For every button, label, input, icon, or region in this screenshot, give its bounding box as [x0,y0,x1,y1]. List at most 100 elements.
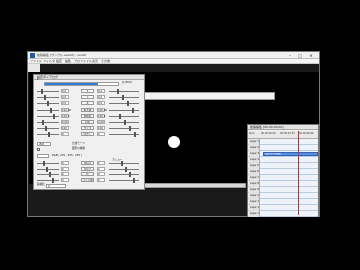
left-value[interactable]: 100.00 [61,107,71,112]
color-button[interactable] [37,154,49,158]
param-button[interactable]: Z [81,101,94,106]
left-slider-knob[interactable] [44,95,46,101]
param-button[interactable]: サイズ [81,126,94,131]
left-slider[interactable] [37,97,59,99]
right-slider[interactable] [109,168,139,170]
left-slider-knob[interactable] [49,172,51,177]
right-slider-knob[interactable] [129,172,131,177]
seek-bar[interactable] [141,183,246,188]
toolbar[interactable] [28,64,40,72]
close-icon[interactable]: ✕ [307,52,315,59]
playhead[interactable] [298,131,299,215]
right-value[interactable]: 100 [97,126,105,131]
left-value[interactable]: 100.0 [61,113,69,118]
right-value[interactable]: 0 [97,177,105,182]
timeline-ruler[interactable]: Root 00:00:00.00 00:00:03.33 00:00:06.66 [248,131,318,139]
right-slider-knob[interactable] [127,101,129,107]
left-slider[interactable] [37,109,59,111]
figure-checkbox[interactable] [37,148,40,151]
menu-profile[interactable]: プロファイル [74,59,92,64]
left-slider-knob[interactable] [42,120,44,125]
left-value[interactable]: 0.0 [61,89,69,93]
timeline-title-bar[interactable]: 拡張編集 [00:00:00.00] [248,125,318,130]
timeline-object[interactable]: 図形[標準描画] [263,152,318,156]
param-button[interactable]: 中心Y [81,166,94,171]
left-slider[interactable] [37,122,59,123]
blend-mode-select[interactable]: 通常 [37,142,51,146]
right-slider[interactable] [109,109,139,111]
right-slider[interactable] [109,91,139,92]
left-value[interactable]: 100 [61,126,69,131]
right-slider[interactable] [109,115,139,117]
left-slider[interactable] [37,115,59,117]
right-slider-knob[interactable] [134,132,136,138]
left-slider[interactable] [37,174,59,175]
left-value[interactable]: 0 [61,161,69,165]
right-slider[interactable] [109,163,139,164]
left-slider-knob[interactable] [53,113,55,119]
left-slider[interactable] [37,128,59,130]
param-button[interactable]: Y [81,95,94,100]
param-button[interactable]: 色 [81,172,94,176]
right-slider-knob[interactable] [129,126,131,132]
left-value[interactable]: 0 [61,172,69,176]
left-slider-knob[interactable] [48,132,50,138]
right-value[interactable]: 0.0 [97,101,105,106]
right-slider-knob[interactable] [117,89,119,94]
left-slider[interactable] [37,179,59,181]
left-slider[interactable] [37,163,59,164]
aspect-field[interactable]: 0 [46,184,66,188]
right-slider[interactable] [109,174,139,175]
right-value[interactable]: 0.00 [97,120,105,124]
layer-label[interactable]: Layer 13 [249,211,260,217]
left-value[interactable]: 0 [61,177,69,182]
minimize-icon[interactable]: – [286,52,294,59]
param-button[interactable]: ぼかし [81,132,94,137]
left-slider-knob[interactable] [46,166,48,172]
right-value[interactable]: 0 [97,166,105,171]
right-value[interactable]: 0 [97,161,105,165]
right-slider[interactable] [109,97,139,99]
param-button[interactable]: 回転 [81,120,94,124]
left-value[interactable]: 0 [61,132,69,137]
settings-title-bar[interactable]: 設定ダイアログ [34,75,144,80]
left-value[interactable]: 0.0 [61,101,69,106]
layer-row[interactable]: Layer 13 [248,211,318,217]
left-slider-knob[interactable] [45,126,47,132]
right-value[interactable]: 100.0 [97,113,105,118]
maximize-icon[interactable]: □ [296,52,304,59]
menu-edit[interactable]: 編集 [65,59,71,64]
left-value[interactable]: 0.00 [61,120,69,124]
right-slider-knob[interactable] [122,95,124,101]
menu-filter[interactable]: フィルタ [43,59,55,64]
left-value[interactable]: 0 [61,166,69,171]
param-button[interactable]: ライン幅 [81,177,94,182]
frame-bar[interactable] [44,82,119,86]
menu-view[interactable]: 表示 [92,59,98,64]
right-slider-knob[interactable] [125,166,127,172]
right-slider[interactable] [109,103,139,105]
right-slider-knob[interactable] [124,120,126,125]
right-slider-knob[interactable] [119,113,121,119]
right-value[interactable]: 0 [97,172,105,176]
menu-other[interactable]: その他 [101,59,110,64]
right-slider-knob[interactable] [133,177,135,183]
left-slider-knob[interactable] [41,89,43,94]
title-bar[interactable]: 拡張編集 [サンプル.exedit] - AviUtl – □ ✕ [28,52,319,59]
right-slider-knob[interactable] [132,107,134,113]
right-slider[interactable] [109,128,139,130]
circle-shape[interactable] [168,136,180,148]
left-slider-knob[interactable] [47,101,49,107]
right-value[interactable]: 0.0 [97,89,105,93]
left-slider-knob[interactable] [43,161,45,166]
menu-settings[interactable]: 設定 [56,59,62,64]
left-slider[interactable] [37,168,59,170]
param-button[interactable]: 中心X [81,161,94,165]
left-slider-knob[interactable] [50,107,52,113]
param-button[interactable]: 拡大率 [81,107,94,112]
param-button[interactable]: X [81,89,94,93]
param-button[interactable]: 透明度 [81,113,94,118]
left-slider-knob[interactable] [52,177,54,183]
left-value[interactable]: 0.0 [61,95,69,100]
right-value[interactable]: 0.0 [97,95,105,100]
